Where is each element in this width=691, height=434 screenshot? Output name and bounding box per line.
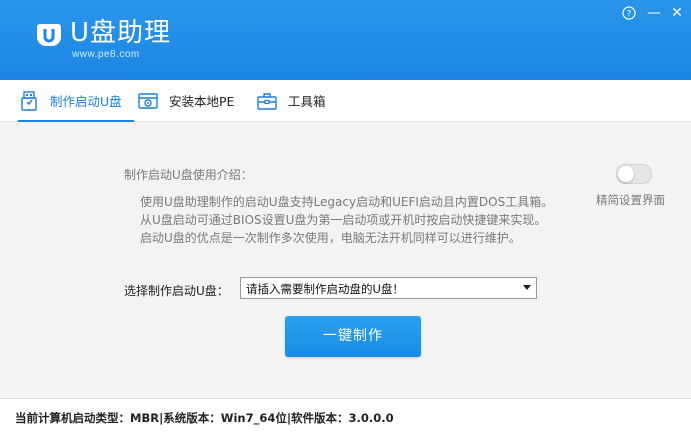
usb-drive-icon [21, 90, 37, 111]
intro-line: 启动U盘的优点是一次制作多次使用，电脑无法开机同样可以进行维护。 [140, 231, 521, 245]
u-drive-logo-icon [37, 24, 61, 46]
simplified-ui-toggle[interactable] [616, 164, 652, 184]
one-click-make-button[interactable]: 一键制作 [285, 316, 421, 357]
minimize-button[interactable]: — [645, 4, 663, 22]
intro-title: 制作启动U盘使用介绍： [124, 168, 253, 182]
toolbox-icon [257, 92, 277, 110]
tab-install-local-pe[interactable]: 安装本地PE [137, 80, 234, 121]
tab-label: 制作启动U盘 [50, 94, 122, 109]
install-pe-icon [138, 92, 158, 109]
main-content: 制作启动U盘使用介绍： 使用U盘助理制作的启动U盘支持Legacy启动和UEFI… [0, 122, 691, 396]
tab-label: 安装本地PE [169, 94, 235, 109]
logo-title: U盘助理 [70, 18, 172, 48]
tab-make-boot-usb[interactable]: 制作启动U盘 [18, 80, 134, 122]
simplified-ui-label: 精简设置界面 [596, 193, 665, 207]
app-logo: U盘助理 www.pe8.com [34, 18, 234, 62]
intro-line: 从U盘启动可通过BIOS设置U盘为第一启动项或开机时按启动快捷键来实现。 [140, 213, 547, 227]
usb-select-label: 选择制作启动U盘： [124, 284, 229, 298]
usb-drive-select[interactable]: 请插入需要制作启动盘的U盘！ [240, 277, 537, 299]
tab-bar: 制作启动U盘 安装本地PE 工具箱 [0, 80, 691, 122]
tab-toolbox[interactable]: 工具箱 [256, 80, 326, 121]
status-text: 当前计算机启动类型：MBR|系统版本：Win7_64位|软件版本：3.0.0.0 [15, 411, 394, 425]
help-icon[interactable]: ? [620, 4, 638, 22]
app-header: U盘助理 www.pe8.com ? — ✕ [0, 0, 691, 80]
intro-line: 使用U盘助理制作的启动U盘支持Legacy启动和UEFI启动且内置DOS工具箱。 [140, 195, 554, 209]
tab-label: 工具箱 [288, 94, 326, 109]
status-bar: 当前计算机启动类型：MBR|系统版本：Win7_64位|软件版本：3.0.0.0 [0, 398, 691, 434]
usb-drive-select-value: 请插入需要制作启动盘的U盘！ [246, 282, 404, 296]
toggle-knob [618, 166, 634, 182]
intro-text: 使用U盘助理制作的启动U盘支持Legacy启动和UEFI启动且内置DOS工具箱。… [140, 193, 553, 247]
svg-text:?: ? [627, 10, 632, 20]
logo-url: www.pe8.com [72, 49, 140, 60]
close-button[interactable]: ✕ [668, 4, 686, 22]
chevron-down-icon [523, 285, 531, 290]
